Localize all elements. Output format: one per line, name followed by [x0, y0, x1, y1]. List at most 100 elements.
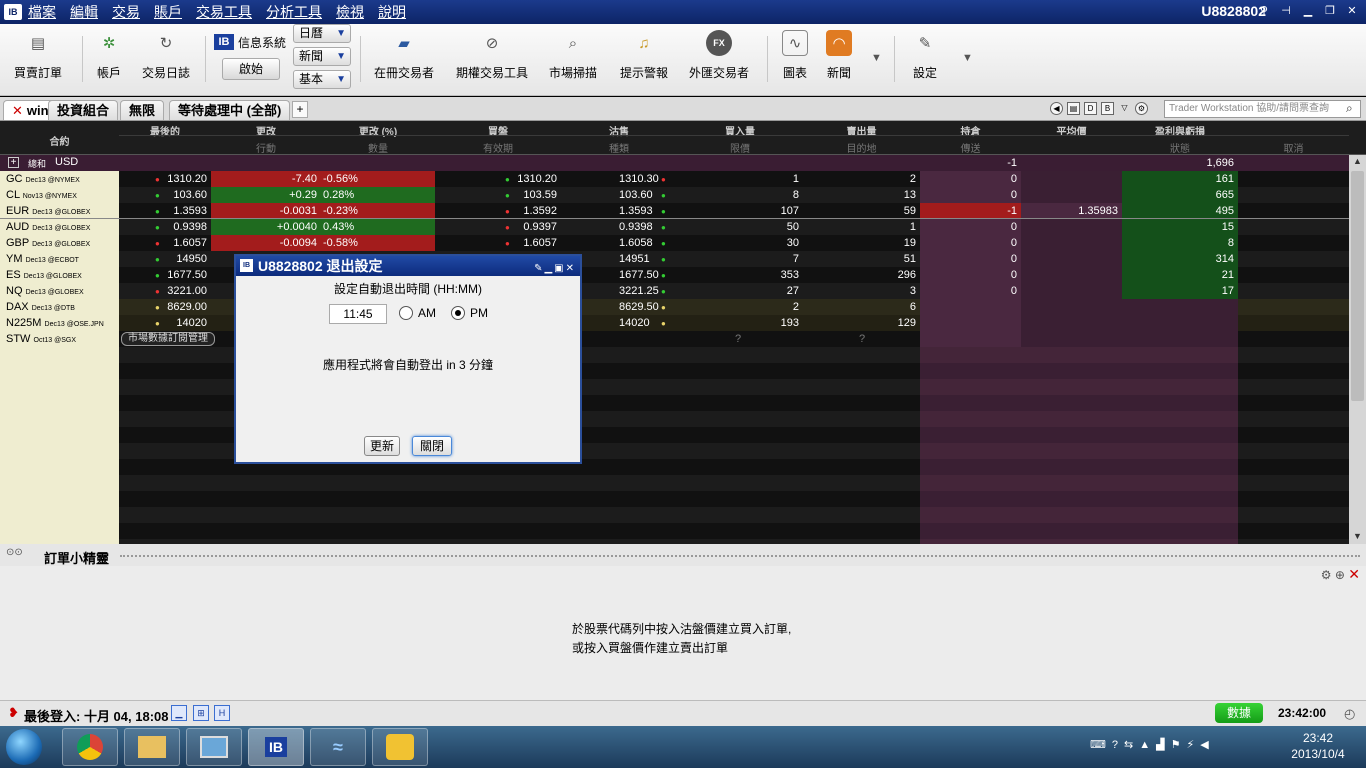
- contract-cell[interactable]: [0, 347, 119, 363]
- contract-cell[interactable]: YM Dec13 @ECBOT: [0, 251, 119, 267]
- power-icon[interactable]: ⚡: [1186, 739, 1200, 751]
- options-button[interactable]: ⊘ 期權交易工具: [456, 30, 528, 81]
- contract-cell[interactable]: [0, 459, 119, 475]
- contract-cell[interactable]: [0, 395, 119, 411]
- charts-button[interactable]: ∿ 圖表: [782, 30, 808, 81]
- d-icon[interactable]: D: [1084, 102, 1097, 115]
- layout-icon[interactable]: ▤: [1067, 102, 1080, 115]
- table-row[interactable]: AUD Dec13 @GLOBEX ● 0.9398 +0.0040 0.43% ● 0.9…: [0, 218, 1349, 236]
- menu-file[interactable]: 檔案: [28, 2, 56, 22]
- contract-cell[interactable]: [0, 379, 119, 395]
- close-icon[interactable]: ✕: [1348, 566, 1360, 582]
- search-icon[interactable]: ⌕: [1346, 101, 1353, 116]
- minimize-icon[interactable]: ▁: [1300, 4, 1316, 18]
- update-button[interactable]: 更新: [364, 436, 400, 456]
- table-row[interactable]: CL Nov13 @NYMEX ● 103.60 +0.29 0.28% ● 103.59 1…: [0, 187, 1349, 203]
- menu-analysis-tools[interactable]: 分析工具: [266, 2, 322, 22]
- contract-cell[interactable]: [0, 475, 119, 491]
- table-row[interactable]: DAX Dec13 @DTB ● 8629.00 8629.50 ● 2 6: [0, 299, 1349, 315]
- contract-cell[interactable]: STW Oct13 @SGX: [0, 331, 119, 347]
- contract-cell[interactable]: ES Dec13 @GLOBEX: [0, 267, 119, 283]
- game-taskbar-icon[interactable]: [372, 728, 428, 766]
- back-icon[interactable]: ◀: [1050, 102, 1063, 115]
- news-dropdown[interactable]: 新聞 ▼: [293, 47, 351, 66]
- menu-help[interactable]: 說明: [378, 2, 406, 22]
- network-icon[interactable]: ▟: [1156, 739, 1170, 751]
- contract-cell[interactable]: DAX Dec13 @DTB: [0, 299, 119, 315]
- pin-icon[interactable]: ✎: [534, 263, 544, 274]
- restore-icon[interactable]: ❐: [1322, 4, 1338, 18]
- add-tab-button[interactable]: +: [292, 101, 308, 118]
- more-settings-icon[interactable]: ▼: [962, 52, 973, 64]
- more-tools-icon[interactable]: ▼: [871, 52, 882, 64]
- scanner-button[interactable]: ⌕ 市場掃描: [549, 30, 597, 81]
- close-tab-icon[interactable]: ✕: [12, 103, 23, 118]
- pm-radio[interactable]: PM: [451, 306, 488, 320]
- data-status-button[interactable]: 數據: [1215, 703, 1263, 723]
- grid-scrollbar[interactable]: ▲ ▼: [1349, 155, 1366, 544]
- chrome-taskbar-icon[interactable]: [62, 728, 118, 766]
- sync-icon[interactable]: ⇆: [1124, 739, 1139, 751]
- explorer-taskbar-icon[interactable]: [124, 728, 180, 766]
- flag-tray-icon[interactable]: ⚑: [1171, 739, 1187, 751]
- news-button[interactable]: ◠ 新聞: [826, 30, 852, 81]
- contract-cell[interactable]: [0, 523, 119, 539]
- menu-trading-tools[interactable]: 交易工具: [196, 2, 252, 22]
- taskbar-clock[interactable]: 23:42 2013/10/4: [1288, 730, 1348, 762]
- lock-icon[interactable]: ⚙: [1135, 102, 1148, 115]
- collapse-icon[interactable]: ⊙⊙: [6, 547, 23, 558]
- table-row[interactable]: NQ Dec13 @GLOBEX ● 3221.00 3221.25 ● 27 3 0 17: [0, 283, 1349, 299]
- keyboard-icon[interactable]: ⌨: [1090, 739, 1112, 751]
- booktrader-button[interactable]: ▰ 在冊交易者: [374, 30, 434, 81]
- col-contract[interactable]: 合約: [0, 133, 119, 148]
- alerts-button[interactable]: ♫ 提示警報: [620, 30, 668, 81]
- calendar-dropdown[interactable]: 日曆 ▼: [293, 24, 351, 43]
- photos-taskbar-icon[interactable]: [186, 728, 242, 766]
- am-radio[interactable]: AM: [399, 306, 436, 320]
- layout-single-icon[interactable]: ▁: [171, 705, 187, 721]
- fundamentals-dropdown[interactable]: 基本 ▼: [293, 70, 351, 89]
- pin-icon[interactable]: ⊣: [1278, 4, 1294, 18]
- close-button[interactable]: 關閉: [412, 436, 452, 456]
- start-button[interactable]: 啟始: [222, 58, 280, 80]
- settings-button[interactable]: ✎ 設定: [912, 30, 938, 81]
- contract-cell[interactable]: GC Dec13 @NYMEX: [0, 171, 119, 187]
- app-taskbar-icon[interactable]: ≈: [310, 728, 366, 766]
- table-row[interactable]: STW Oct13 @SGX?? 市場數據訂閱管理: [0, 331, 1349, 347]
- contract-cell[interactable]: GBP Dec13 @GLOBEX: [0, 235, 119, 251]
- contract-cell[interactable]: [0, 427, 119, 443]
- contract-cell[interactable]: [0, 363, 119, 379]
- order-button[interactable]: ▤ 買賣訂單: [14, 30, 62, 81]
- layout-grid-icon[interactable]: ⊞: [193, 705, 209, 721]
- close-icon[interactable]: ✕: [566, 263, 576, 274]
- maximize-icon[interactable]: ▣: [554, 263, 565, 274]
- expand-tray-icon[interactable]: ▲: [1139, 739, 1156, 751]
- contract-cell[interactable]: [0, 507, 119, 523]
- filter-icon[interactable]: ▽: [1118, 102, 1131, 115]
- menu-view[interactable]: 檢視: [336, 2, 364, 22]
- contract-cell[interactable]: N225M Dec13 @OSE.JPN: [0, 315, 119, 331]
- tab-unlimited[interactable]: 無限: [120, 100, 165, 120]
- contract-cell[interactable]: [0, 411, 119, 427]
- tab-portfolio[interactable]: 投資組合: [48, 100, 119, 120]
- contract-cell[interactable]: NQ Dec13 @GLOBEX: [0, 283, 119, 299]
- contract-cell[interactable]: [0, 443, 119, 459]
- menu-account[interactable]: 賬戶: [154, 2, 182, 22]
- table-row[interactable]: GBP Dec13 @GLOBEX ● 1.6057 -0.0094 -0.58% ● 1.…: [0, 235, 1349, 251]
- layout-h-icon[interactable]: H: [214, 705, 230, 721]
- table-row[interactable]: GC Dec13 @NYMEX ● 1310.20 -7.40 -0.56% ● 1310.…: [0, 171, 1349, 187]
- start-button[interactable]: [6, 729, 42, 765]
- menu-edit[interactable]: 編輯: [70, 2, 98, 22]
- table-row[interactable]: ES Dec13 @GLOBEX ● 1677.50 1677.50 ● 353 296 0 2…: [0, 267, 1349, 283]
- scroll-thumb[interactable]: [1351, 171, 1364, 401]
- fxtrader-button[interactable]: FX 外匯交易者: [689, 30, 749, 81]
- minimize-icon[interactable]: ▁: [544, 263, 554, 274]
- contract-cell[interactable]: EUR Dec13 @GLOBEX: [0, 203, 119, 219]
- contract-cell[interactable]: AUD Dec13 @GLOBEX: [0, 219, 119, 235]
- scroll-up-icon[interactable]: ▲: [1353, 156, 1362, 166]
- help-icon[interactable]: ?: [1112, 739, 1124, 751]
- logout-time-input[interactable]: 11:45: [329, 304, 387, 324]
- tws-taskbar-icon[interactable]: IB: [248, 728, 304, 766]
- contract-cell[interactable]: [0, 491, 119, 507]
- lock-icon[interactable]: ⚲: [1256, 4, 1272, 18]
